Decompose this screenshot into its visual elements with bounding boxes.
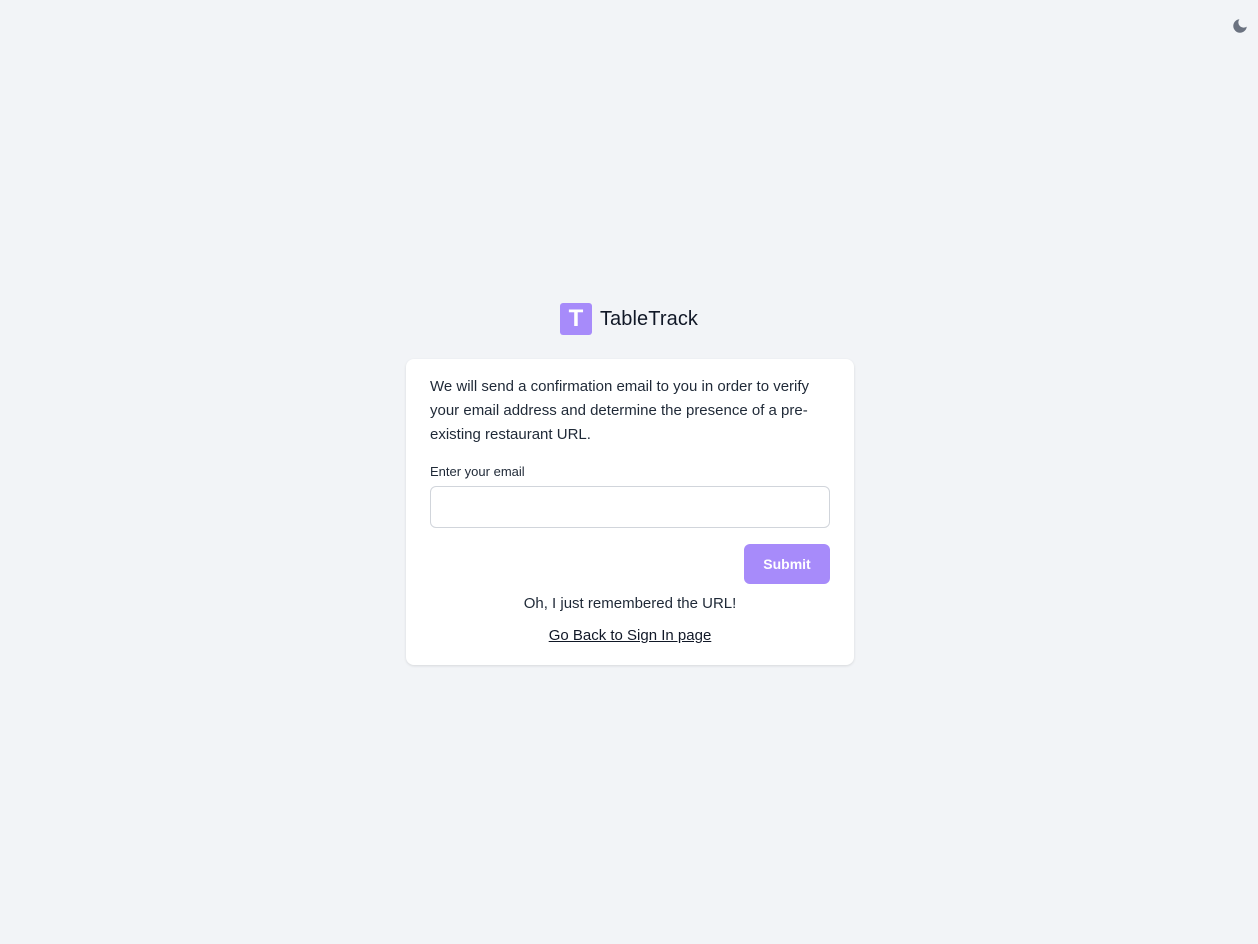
reset-url-card: We will send a confirmation email to you… [406,359,854,665]
email-label: Enter your email [430,464,525,479]
back-to-sign-in-link[interactable]: Go Back to Sign In page [430,628,830,644]
form-actions: Submit [430,544,830,584]
submit-button[interactable]: Submit [744,544,830,584]
logo-icon: T [559,303,592,335]
moon-icon [1231,17,1249,40]
email-field[interactable] [430,486,830,528]
remember-text: Oh, I just remembered the URL! [523,595,737,612]
brand-name: TableTrack [599,307,699,330]
intro-text: We will send a confirmation email to you… [430,378,810,443]
theme-toggle-button[interactable] [1230,18,1250,38]
brand: T TableTrack [0,303,1258,335]
